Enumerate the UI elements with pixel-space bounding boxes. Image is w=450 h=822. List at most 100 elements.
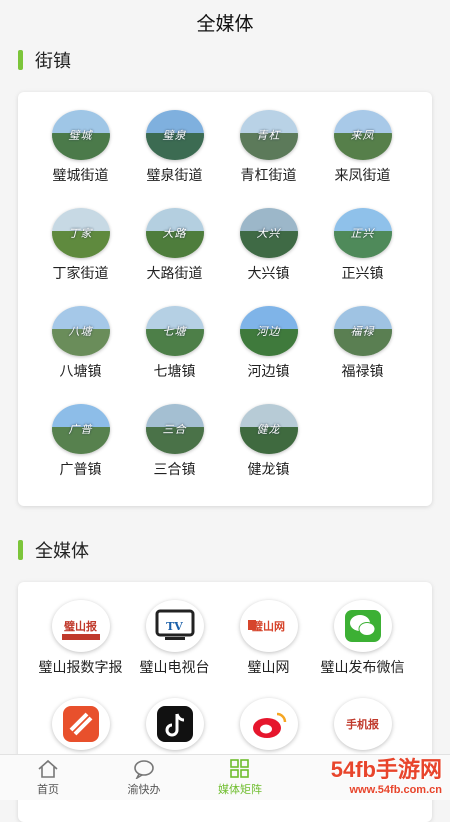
town-label: 健龙镇 bbox=[247, 461, 290, 477]
thumbnail-caption: 七塘 bbox=[162, 325, 187, 338]
town-label: 三合镇 bbox=[153, 461, 196, 477]
thumbnail-caption: 璧泉 bbox=[162, 129, 187, 142]
town-thumbnail: 河边 bbox=[239, 306, 298, 356]
section-accent-bar bbox=[18, 50, 23, 70]
town-label: 福禄镇 bbox=[341, 363, 384, 379]
section-title-text: 街镇 bbox=[35, 51, 71, 71]
section-title-towns: 街镇 bbox=[18, 48, 71, 72]
town-label: 八塘镇 bbox=[59, 363, 102, 379]
watermark-sub: www.54fb.com.cn bbox=[349, 784, 442, 796]
town-item[interactable]: 青杠 青杠街道 bbox=[223, 110, 314, 208]
media-item[interactable]: TV 璧山电视台 bbox=[129, 600, 220, 698]
media-label: 璧山电视台 bbox=[139, 659, 210, 675]
tv-icon: TV bbox=[145, 600, 204, 652]
town-label: 七塘镇 bbox=[153, 363, 196, 379]
logo-text: TV bbox=[166, 619, 183, 633]
town-thumbnail: 来凤 bbox=[333, 110, 392, 160]
town-item[interactable]: 璧城 璧城街道 bbox=[35, 110, 126, 208]
towns-grid: 璧城 璧城街道 璧泉 璧泉街道 青杠 青杠街道 来凤 来凤街道 丁家 丁家街道 大路 大路街道 大兴 大兴… bbox=[18, 110, 432, 502]
logo-text: 璧山报 bbox=[64, 620, 97, 633]
app-logo-icon bbox=[51, 698, 110, 750]
town-label: 璧泉街道 bbox=[146, 167, 203, 183]
town-thumbnail: 大兴 bbox=[239, 208, 298, 258]
thumbnail-caption: 广普 bbox=[68, 423, 93, 436]
media-item[interactable]: 璧山报 璧山报数字报 bbox=[35, 600, 126, 698]
town-item[interactable]: 丁家 丁家街道 bbox=[35, 208, 126, 306]
section-title-media: 全媒体 bbox=[18, 538, 89, 562]
thumbnail-caption: 大路 bbox=[162, 227, 187, 240]
thumbnail-caption: 福禄 bbox=[350, 325, 375, 338]
thumbnail-caption: 八塘 bbox=[68, 325, 93, 338]
weibo-icon bbox=[239, 698, 298, 750]
thumbnail-caption: 璧城 bbox=[68, 129, 93, 142]
website-logo-icon: 璧山网 bbox=[239, 600, 298, 652]
town-thumbnail: 青杠 bbox=[239, 110, 298, 160]
town-thumbnail: 福禄 bbox=[333, 306, 392, 356]
town-thumbnail: 正兴 bbox=[333, 208, 392, 258]
thumbnail-caption: 健龙 bbox=[256, 423, 281, 436]
town-label: 河边镇 bbox=[247, 363, 290, 379]
town-label: 广普镇 bbox=[59, 461, 102, 477]
chat-bubble-icon bbox=[134, 759, 154, 779]
home-icon bbox=[38, 759, 58, 778]
tab-label: 首页 bbox=[37, 783, 59, 796]
watermark-main: 54fb手游网 bbox=[330, 757, 442, 782]
thumbnail-caption: 来凤 bbox=[350, 129, 375, 142]
site-watermark: 54fb手游网 www.54fb.com.cn bbox=[292, 754, 442, 796]
town-label: 丁家街道 bbox=[52, 265, 109, 281]
town-thumbnail: 璧城 bbox=[51, 110, 110, 160]
town-item[interactable]: 八塘 八塘镇 bbox=[35, 306, 126, 404]
tab-label: 渝快办 bbox=[127, 783, 161, 796]
thumbnail-caption: 丁家 bbox=[68, 227, 93, 240]
town-label: 青杠街道 bbox=[240, 167, 297, 183]
media-label: 璧山网 bbox=[247, 659, 290, 675]
town-item[interactable]: 福禄 福禄镇 bbox=[317, 306, 408, 404]
town-item[interactable]: 广普 广普镇 bbox=[35, 404, 126, 502]
town-thumbnail: 七塘 bbox=[145, 306, 204, 356]
douyin-icon bbox=[145, 698, 204, 750]
wechat-icon bbox=[333, 600, 392, 652]
tab-home[interactable]: 首页 bbox=[0, 755, 96, 800]
town-item[interactable]: 大路 大路街道 bbox=[129, 208, 220, 306]
thumbnail-caption: 河边 bbox=[256, 325, 281, 338]
town-item[interactable]: 来凤 来凤街道 bbox=[317, 110, 408, 208]
grid-icon bbox=[230, 758, 249, 778]
town-item[interactable]: 璧泉 璧泉街道 bbox=[129, 110, 220, 208]
tab-yukuaiban[interactable]: 渝快办 bbox=[96, 755, 192, 800]
thumbnail-caption: 三合 bbox=[162, 423, 187, 436]
town-label: 璧城街道 bbox=[52, 167, 109, 183]
town-thumbnail: 丁家 bbox=[51, 208, 110, 258]
tab-label: 媒体矩阵 bbox=[218, 783, 262, 796]
section-title-text: 全媒体 bbox=[35, 541, 89, 561]
thumbnail-caption: 青杠 bbox=[256, 129, 281, 142]
town-thumbnail: 健龙 bbox=[239, 404, 298, 454]
town-thumbnail: 三合 bbox=[145, 404, 204, 454]
town-item[interactable]: 七塘 七塘镇 bbox=[129, 306, 220, 404]
logo-text: 手机报 bbox=[346, 718, 379, 731]
towns-card: 璧城 璧城街道 璧泉 璧泉街道 青杠 青杠街道 来凤 来凤街道 丁家 丁家街道 大路 大路街道 大兴 大兴… bbox=[18, 92, 432, 506]
newspaper-logo-icon: 璧山报 bbox=[51, 600, 110, 652]
town-thumbnail: 大路 bbox=[145, 208, 204, 258]
mobile-newspaper-icon: 手机报 bbox=[333, 698, 392, 750]
town-thumbnail: 广普 bbox=[51, 404, 110, 454]
town-item[interactable]: 正兴 正兴镇 bbox=[317, 208, 408, 306]
town-item[interactable]: 大兴 大兴镇 bbox=[223, 208, 314, 306]
media-label: 璧山发布微信 bbox=[320, 659, 405, 675]
town-thumbnail: 璧泉 bbox=[145, 110, 204, 160]
thumbnail-caption: 大兴 bbox=[256, 227, 281, 240]
town-label: 来凤街道 bbox=[334, 167, 391, 183]
town-label: 正兴镇 bbox=[341, 265, 384, 281]
town-item[interactable]: 三合 三合镇 bbox=[129, 404, 220, 502]
tab-media-matrix[interactable]: 媒体矩阵 bbox=[192, 755, 288, 800]
town-label: 大路街道 bbox=[146, 265, 203, 281]
page-title: 全媒体 bbox=[196, 13, 254, 35]
media-item[interactable]: 璧山网 璧山网 bbox=[223, 600, 314, 698]
town-item[interactable]: 河边 河边镇 bbox=[223, 306, 314, 404]
town-item[interactable]: 健龙 健龙镇 bbox=[223, 404, 314, 502]
logo-text: 璧山网 bbox=[252, 620, 285, 633]
town-thumbnail: 八塘 bbox=[51, 306, 110, 356]
section-accent-bar bbox=[18, 540, 23, 560]
media-label: 璧山报数字报 bbox=[38, 659, 123, 675]
media-item[interactable]: 璧山发布微信 bbox=[317, 600, 408, 698]
town-label: 大兴镇 bbox=[247, 265, 290, 281]
